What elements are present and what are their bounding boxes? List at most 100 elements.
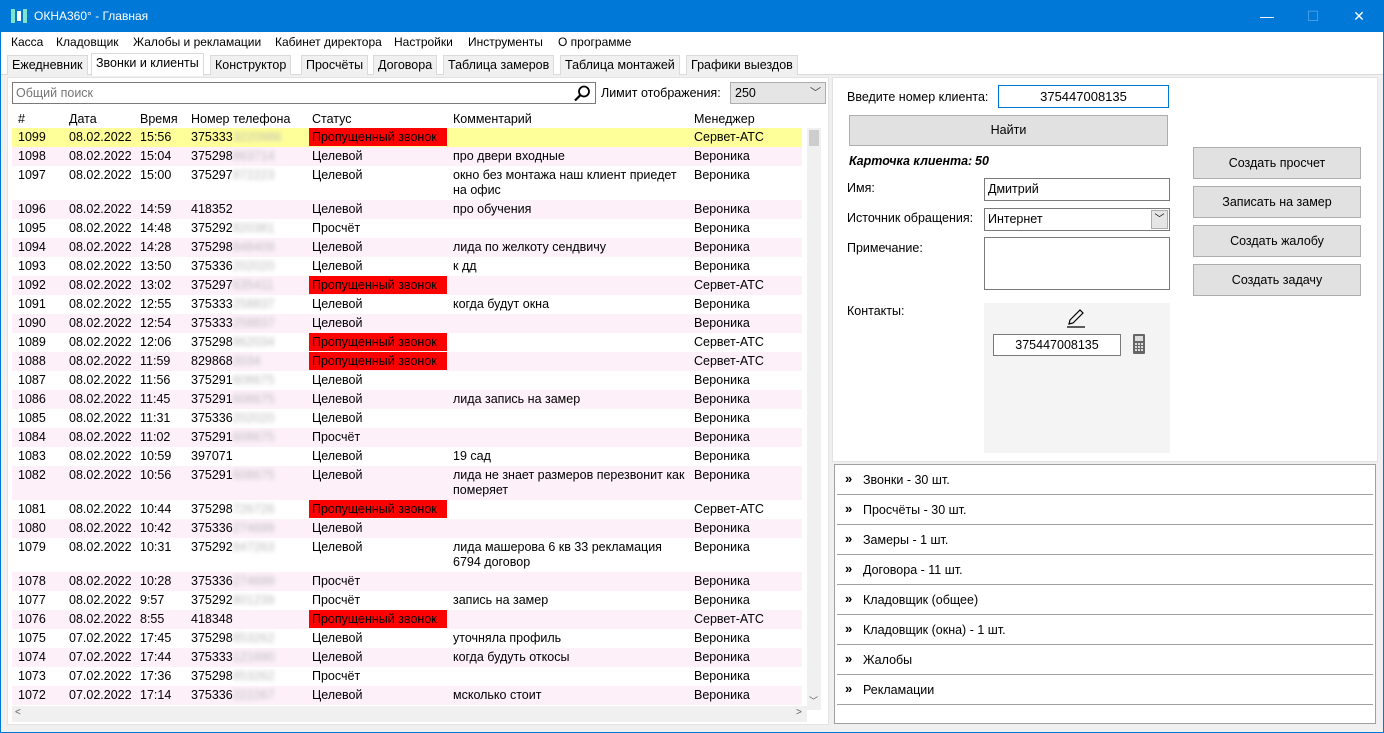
phone-icon[interactable] bbox=[1132, 333, 1146, 355]
scroll-right-icon[interactable]: > bbox=[796, 707, 802, 718]
table-row[interactable]: 1087 08.02.2022 11:56 375291608675 Целевой Ве… bbox=[12, 371, 802, 390]
cell-id: 1090 bbox=[18, 316, 46, 330]
table-row[interactable]: 1083 08.02.2022 10:59 397071 Целевой 19 сад Ве… bbox=[12, 447, 802, 466]
table-row[interactable]: 1076 08.02.2022 8:55 418348 Пропущенный звон… bbox=[12, 610, 802, 629]
col-phone[interactable]: Номер телефона bbox=[191, 112, 306, 126]
create-task-button[interactable]: Создать задачу bbox=[1193, 264, 1361, 296]
menu-about[interactable]: О программе bbox=[558, 35, 631, 49]
col-manager[interactable]: Менеджер bbox=[694, 112, 755, 126]
accordion-measurements[interactable]: » Замеры - 1 шт. bbox=[837, 525, 1373, 555]
cell-time: 14:28 bbox=[140, 240, 172, 254]
limit-select[interactable]: 250 ﹀ bbox=[730, 82, 826, 104]
cell-status: Целевой bbox=[312, 259, 363, 273]
col-status[interactable]: Статус bbox=[309, 112, 447, 126]
table-row[interactable]: 1093 08.02.2022 13:50 375336202020 Целевой к … bbox=[12, 257, 802, 276]
phone-prefix: 375298 bbox=[191, 502, 233, 516]
scroll-thumb[interactable] bbox=[809, 130, 819, 146]
scroll-down-icon[interactable]: ﹀ bbox=[809, 694, 818, 707]
accordion-complaints[interactable]: » Жалобы bbox=[837, 645, 1373, 675]
menu-tools[interactable]: Инструменты bbox=[468, 35, 543, 49]
tab-calls-clients[interactable]: Звонки и клиенты bbox=[91, 53, 204, 76]
tab-installations[interactable]: Таблица монтажей bbox=[560, 55, 680, 75]
table-row[interactable]: 1092 08.02.2022 13:02 375297635411 Пропущенн… bbox=[12, 276, 802, 295]
table-row[interactable]: 1078 08.02.2022 10:28 375336274699 Просчёт Ве… bbox=[12, 572, 802, 591]
table-row[interactable]: 1099 08.02.2022 15:56 3753333220986 Пропущен… bbox=[12, 128, 802, 147]
edit-icon[interactable] bbox=[1065, 306, 1087, 328]
menu-director[interactable]: Кабинет директора bbox=[275, 35, 382, 49]
cell-status: Целевой bbox=[312, 297, 363, 311]
cell-id: 1079 bbox=[18, 540, 46, 554]
source-select[interactable]: Интернет ﹀ bbox=[984, 208, 1170, 231]
table-row[interactable]: 1073 07.02.2022 17:36 375298853262 Просчёт Ве… bbox=[12, 667, 802, 686]
table-row[interactable]: 1088 08.02.2022 11:59 8298682034 Пропущенный… bbox=[12, 352, 802, 371]
vertical-scrollbar[interactable]: ﹀ bbox=[807, 128, 821, 710]
col-time[interactable]: Время bbox=[140, 112, 178, 126]
cell-manager: Вероника bbox=[694, 297, 750, 311]
create-complaint-button[interactable]: Создать жалобу bbox=[1193, 225, 1361, 257]
create-estimate-button[interactable]: Создать просчет bbox=[1193, 147, 1361, 179]
table-row[interactable]: 1097 08.02.2022 15:00 375297872223 Целевой ок… bbox=[12, 166, 802, 200]
minimize-button[interactable]: — bbox=[1244, 1, 1290, 32]
book-measurement-button[interactable]: Записать на замер bbox=[1193, 186, 1361, 218]
col-comment[interactable]: Комментарий bbox=[453, 112, 689, 126]
menu-settings[interactable]: Настройки bbox=[394, 35, 453, 49]
accordion-calls[interactable]: » Звонки - 30 шт. bbox=[837, 465, 1373, 495]
table-row[interactable]: 1090 08.02.2022 12:54 375333258837 Целевой Ве… bbox=[12, 314, 802, 333]
table-row[interactable]: 1094 08.02.2022 14:28 375298848409 Целевой ли… bbox=[12, 238, 802, 257]
tab-diary[interactable]: Ежедневник bbox=[7, 55, 88, 75]
tab-contracts[interactable]: Договора bbox=[373, 55, 438, 75]
note-field[interactable] bbox=[984, 237, 1170, 290]
table-row[interactable]: 1084 08.02.2022 11:02 375291608675 Просчёт Ве… bbox=[12, 428, 802, 447]
table-row[interactable]: 1086 08.02.2022 11:45 375291608675 Целевой ли… bbox=[12, 390, 802, 409]
table-row[interactable]: 1089 08.02.2022 12:06 375298862034 Пропущенн… bbox=[12, 333, 802, 352]
name-field[interactable]: Дмитрий bbox=[984, 178, 1170, 201]
menu-warehouse[interactable]: Кладовщик bbox=[56, 35, 119, 49]
table-row[interactable]: 1075 07.02.2022 17:45 375298853262 Целевой ут… bbox=[12, 629, 802, 648]
cell-manager: Сервет-АТС bbox=[694, 335, 764, 349]
table-row[interactable]: 1080 08.02.2022 10:42 375336274699 Целевой Ве… bbox=[12, 519, 802, 538]
menu-kassa[interactable]: Касса bbox=[11, 35, 43, 49]
col-number[interactable]: # bbox=[18, 112, 25, 126]
tab-estimates[interactable]: Просчёты bbox=[301, 55, 369, 75]
col-date[interactable]: Дата bbox=[69, 112, 97, 126]
accordion-contracts[interactable]: » Договора - 11 шт. bbox=[837, 555, 1373, 585]
table-row[interactable]: 1095 08.02.2022 14:48 375292820381 Просчёт Ве… bbox=[12, 219, 802, 238]
accordion-warehouse-general[interactable]: » Кладовщик (общее) bbox=[837, 585, 1373, 615]
table-row[interactable]: 1082 08.02.2022 10:56 375291608675 Целевой ли… bbox=[12, 466, 802, 500]
contact-phone-field[interactable]: 375447008135 bbox=[993, 334, 1121, 356]
cell-id: 1092 bbox=[18, 278, 46, 292]
table-row[interactable]: 1081 08.02.2022 10:44 375298726726 Пропущенн… bbox=[12, 500, 802, 519]
table-row[interactable]: 1096 08.02.2022 14:59 418352 Целевой про обуч… bbox=[12, 200, 802, 219]
table-row[interactable]: 1098 08.02.2022 15:04 375298863714 Целевой пр… bbox=[12, 147, 802, 166]
table-row[interactable]: 1079 08.02.2022 10:31 375292847263 Целевой ли… bbox=[12, 538, 802, 572]
accordion-estimates[interactable]: » Просчёты - 30 шт. bbox=[837, 495, 1373, 525]
tab-schedules[interactable]: Графики выездов bbox=[686, 55, 798, 75]
chevron-down-icon[interactable]: ﹀ bbox=[1151, 210, 1168, 229]
table-body: 1099 08.02.2022 15:56 3753333220986 Пропущен… bbox=[12, 128, 812, 705]
search-icon[interactable] bbox=[573, 85, 591, 102]
table-row[interactable]: 1085 08.02.2022 11:31 375336202020 Целевой Ве… bbox=[12, 409, 802, 428]
accordion-reclamations[interactable]: » Рекламации bbox=[837, 675, 1373, 705]
table-row[interactable]: 1091 08.02.2022 12:55 375333258837 Целевой к… bbox=[12, 295, 802, 314]
horizontal-scrollbar[interactable]: < > bbox=[12, 706, 807, 722]
table-row[interactable]: 1074 07.02.2022 17:44 375333121690 Целевой ко… bbox=[12, 648, 802, 667]
cell-id: 1080 bbox=[18, 521, 46, 535]
tab-measurements[interactable]: Таблица замеров bbox=[443, 55, 555, 75]
cell-date: 08.02.2022 bbox=[69, 430, 132, 444]
cell-manager: Вероника bbox=[694, 669, 750, 683]
menu-complaints[interactable]: Жалобы и рекламации bbox=[133, 35, 261, 49]
maximize-button[interactable]: ☐ bbox=[1290, 1, 1336, 32]
close-button[interactable]: ✕ bbox=[1336, 1, 1382, 32]
tab-constructor[interactable]: Конструктор bbox=[210, 55, 292, 75]
table-row[interactable]: 1072 07.02.2022 17:14 375336222267 Целевой мс… bbox=[12, 686, 802, 705]
cell-status: Целевой bbox=[312, 202, 363, 216]
find-button[interactable]: Найти bbox=[849, 115, 1168, 146]
phone-prefix: 375336 bbox=[191, 688, 233, 702]
table-row[interactable]: 1077 08.02.2022 9:57 375292801239 Просчёт зап… bbox=[12, 591, 802, 610]
double-chevron-right-icon: » bbox=[845, 621, 853, 636]
phone-prefix: 375292 bbox=[191, 221, 233, 235]
scroll-left-icon[interactable]: < bbox=[15, 707, 21, 718]
accordion-warehouse-windows[interactable]: » Кладовщик (окна) - 1 шт. bbox=[837, 615, 1373, 645]
search-input[interactable] bbox=[13, 83, 568, 103]
client-number-input[interactable]: 375447008135 bbox=[998, 85, 1169, 108]
